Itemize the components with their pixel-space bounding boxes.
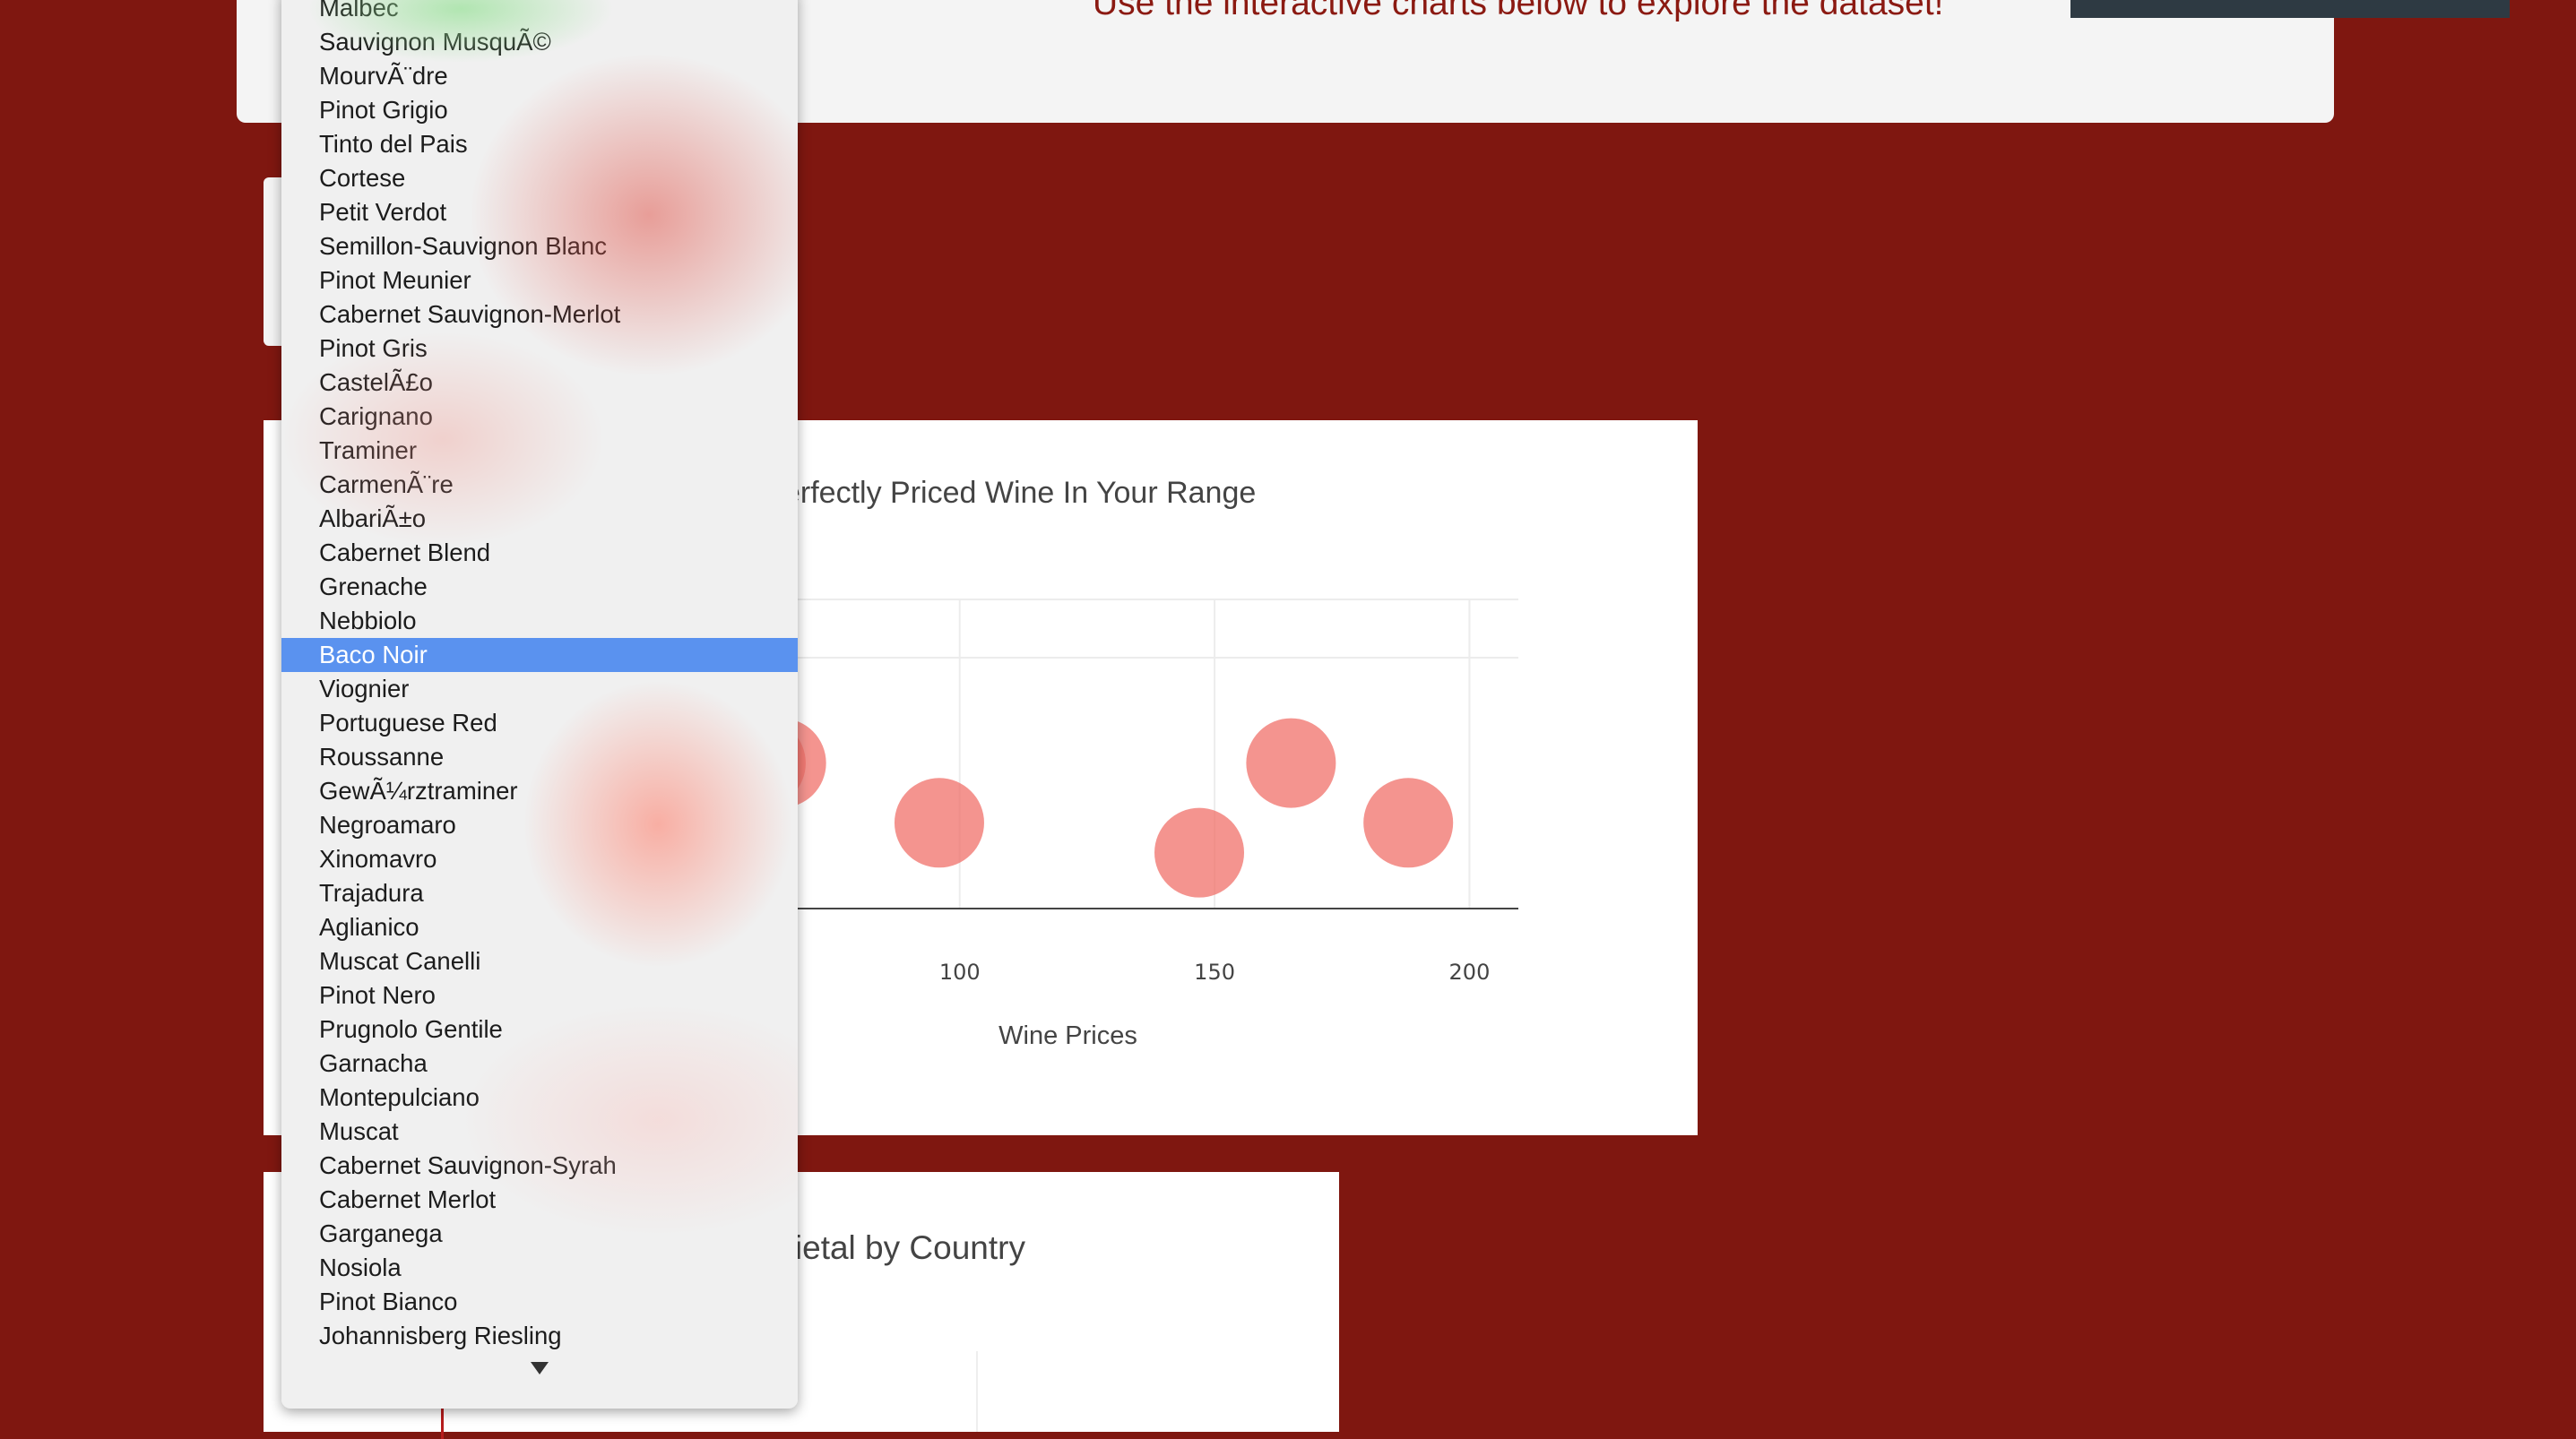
dropdown-option[interactable]: Garnacha [281, 1047, 798, 1081]
dropdown-option[interactable]: Cabernet Blend [281, 536, 798, 570]
x-tick-label: 150 [1194, 960, 1235, 985]
dropdown-option[interactable]: Muscat [281, 1115, 798, 1149]
dropdown-option[interactable]: Malbec [281, 0, 798, 25]
dropdown-option[interactable]: Pinot Nero [281, 978, 798, 1012]
header-subtitle: Use the interactive charts below to expl… [1093, 0, 1944, 22]
dropdown-options: Malbec Sauvignon MusquÃ© MourvÃ¨dre Pinot G… [281, 0, 798, 1387]
dropdown-option-selected[interactable]: Baco Noir [281, 638, 798, 672]
dropdown-option[interactable]: GewÃ¼rztraminer [281, 774, 798, 808]
bubble-marker[interactable] [894, 778, 984, 868]
dropdown-option[interactable]: Pinot Grigio [281, 93, 798, 127]
varietal-dropdown-list[interactable]: Malbec Sauvignon MusquÃ© MourvÃ¨dre Pinot G… [281, 0, 798, 1409]
bubble-marker[interactable] [1246, 718, 1336, 808]
dropdown-option[interactable]: MourvÃ¨dre [281, 59, 798, 93]
dropdown-option[interactable]: Pinot Meunier [281, 263, 798, 297]
dropdown-option[interactable]: CarmenÃ¨re [281, 468, 798, 502]
dropdown-option[interactable]: Nebbiolo [281, 604, 798, 638]
dropdown-option[interactable]: Roussanne [281, 740, 798, 774]
bubble-marker[interactable] [1363, 778, 1454, 868]
dropdown-option[interactable]: Montepulciano [281, 1081, 798, 1115]
dropdown-option[interactable]: Sauvignon MusquÃ© [281, 25, 798, 59]
dropdown-option[interactable]: Prugnolo Gentile [281, 1012, 798, 1047]
dropdown-option[interactable]: Xinomavro [281, 842, 798, 876]
dropdown-option[interactable]: Cabernet Sauvignon-Syrah [281, 1149, 798, 1183]
dropdown-option[interactable]: Johannisberg Riesling [281, 1319, 798, 1353]
dropdown-option[interactable]: Aglianico [281, 910, 798, 944]
dropdown-option[interactable]: Tinto del Pais [281, 127, 798, 161]
dropdown-option[interactable]: Negroamaro [281, 808, 798, 842]
dropdown-option[interactable]: Petit Verdot [281, 195, 798, 229]
dropdown-footer [281, 1351, 798, 1405]
dropdown-option[interactable]: Cabernet Sauvignon-Merlot [281, 297, 798, 332]
bubble-marker[interactable] [1154, 807, 1245, 898]
dropdown-option[interactable]: Muscat Canelli [281, 944, 798, 978]
dropdown-option[interactable]: Trajadura [281, 876, 798, 910]
dropdown-option[interactable]: Carignano [281, 400, 798, 434]
x-axis-title: Wine Prices [998, 1021, 1137, 1050]
dropdown-option[interactable]: Cabernet Merlot [281, 1183, 798, 1217]
gridline [976, 1351, 978, 1432]
dropdown-option[interactable]: Traminer [281, 434, 798, 468]
dropdown-option[interactable]: Pinot Gris [281, 332, 798, 366]
dropdown-option[interactable]: Pinot Bianco [281, 1285, 798, 1319]
dropdown-option[interactable]: AlbariÃ±o [281, 502, 798, 536]
dropdown-option[interactable]: Cortese [281, 161, 798, 195]
dropdown-option[interactable]: Portuguese Red [281, 706, 798, 740]
dropdown-option[interactable]: Viognier [281, 672, 798, 706]
dropdown-option[interactable]: Nosiola [281, 1251, 798, 1285]
filter-panel [264, 177, 281, 346]
dropdown-option[interactable]: Garganega [281, 1217, 798, 1251]
axis-line [441, 1403, 444, 1439]
x-tick-label: 100 [939, 960, 981, 985]
dropdown-option[interactable]: CastelÃ£o [281, 366, 798, 400]
varietal-chart-title: arietal by Country [765, 1229, 1025, 1266]
dropdown-option[interactable]: Grenache [281, 570, 798, 604]
dropdown-option[interactable]: Semillon-Sauvignon Blanc [281, 229, 798, 263]
scroll-down-arrow-icon[interactable] [531, 1362, 549, 1374]
x-tick-label: 200 [1449, 960, 1491, 985]
header-dark-panel [2070, 0, 2510, 18]
